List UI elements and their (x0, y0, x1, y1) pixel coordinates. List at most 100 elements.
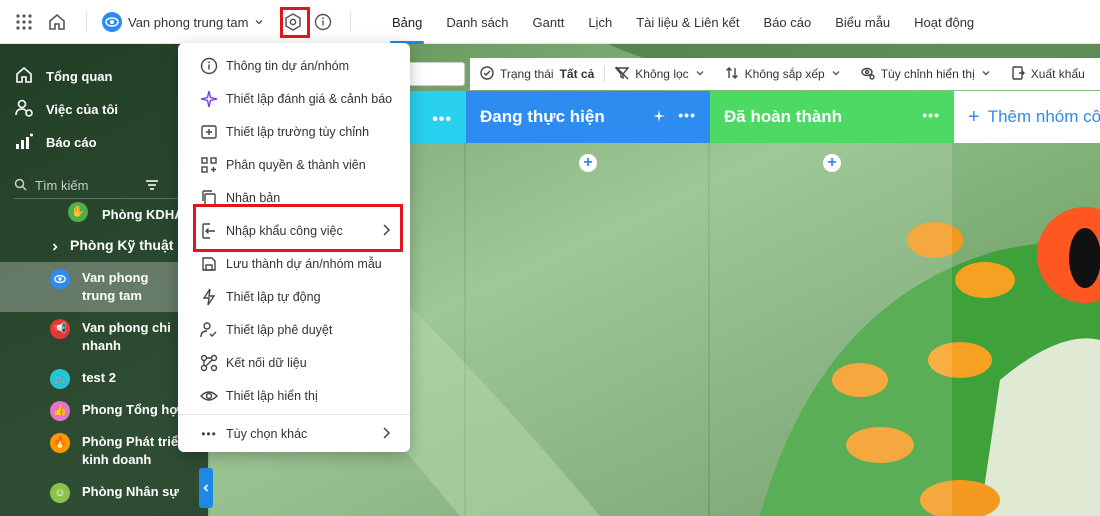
eye-icon (50, 269, 70, 289)
sidebar-item-kdha[interactable]: ✋ Phòng KDHA (0, 200, 208, 224)
sidebar: Tổng quan Việc của tôi Báo cáo Tìm kiếm … (0, 44, 208, 516)
add-task-button[interactable]: + (579, 154, 597, 172)
tab-bieu-mau[interactable]: Biểu mẫu (823, 0, 902, 44)
settings-gear-icon[interactable] (283, 12, 303, 32)
sidebar-item-label: test 2 (82, 370, 116, 385)
sidebar-search[interactable]: Tìm kiếm (14, 173, 194, 199)
sidebar-nav-label: Báo cáo (46, 135, 97, 150)
duplicate-icon (200, 189, 218, 207)
more-icon[interactable]: ••• (922, 107, 940, 123)
tab-tai-lieu[interactable]: Tài liệu & Liên kết (624, 0, 751, 44)
display-settings-icon (861, 66, 875, 83)
smile-icon: ☺ (50, 483, 70, 503)
menu-item-duplicate[interactable]: Nhân bản (178, 181, 410, 214)
tab-danh-sach[interactable]: Danh sách (434, 0, 520, 44)
sidebar-item-label: Phòng Nhân sự (82, 484, 179, 499)
status-filter-value: Tất cả (559, 67, 595, 81)
home-icon[interactable] (47, 12, 67, 32)
sidebar-item-label: Phong Tổng hợp (82, 402, 187, 417)
add-column-button[interactable]: + Thêm nhóm cô (954, 91, 1100, 143)
board-search-field[interactable] (405, 62, 465, 86)
chevron-down-icon (695, 67, 705, 81)
menu-item-display-settings[interactable]: Thiết lập hiển thị (178, 379, 410, 412)
info-icon[interactable] (313, 12, 333, 32)
menu-item-automation[interactable]: Thiết lập tự động (178, 280, 410, 313)
menu-item-project-info[interactable]: Thông tin dự án/nhóm (178, 49, 410, 82)
menu-item-label: Nhập khẩu công việc (226, 223, 343, 238)
column-header-da-hoan-thanh: Đã hoàn thành ••• (710, 91, 954, 143)
menu-item-custom-fields[interactable]: Thiết lập trường tùy chỉnh (178, 115, 410, 148)
sparkle-settings-icon[interactable] (652, 109, 666, 129)
display-dropdown[interactable]: Tùy chỉnh hiển thị (851, 66, 1001, 83)
sort-dropdown[interactable]: Không sắp xếp (715, 66, 851, 83)
more-icon[interactable]: ••• (678, 107, 696, 123)
column-body-dang-thuc-hien (466, 143, 708, 516)
tab-bao-cao[interactable]: Báo cáo (752, 0, 824, 44)
filter-dropdown[interactable]: Không lọc (605, 66, 714, 83)
sidebar-item-phat-trien-kinh-doanh[interactable]: 🔥 Phòng Phát triển kinh doanh (0, 428, 208, 478)
chevron-right-icon (50, 238, 60, 256)
column-title: Đã hoàn thành (724, 107, 843, 126)
flame-icon: 🔥 (50, 433, 70, 453)
menu-item-data-connect[interactable]: Kết nối dữ liệu (178, 346, 410, 379)
menu-item-approval[interactable]: Thiết lập phê duyệt (178, 313, 410, 346)
tab-bang[interactable]: Bảng (380, 0, 434, 44)
menu-item-label: Nhân bản (226, 190, 281, 205)
sidebar-group-label: Phòng Kỹ thuật (70, 237, 174, 253)
menu-item-import-tasks[interactable]: Nhập khẩu công việc (178, 214, 410, 247)
menu-item-label: Thiết lập trường tùy chỉnh (226, 124, 370, 139)
tab-gantt[interactable]: Gantt (521, 0, 577, 44)
menu-item-label: Lưu thành dự án/nhóm mẫu (226, 256, 382, 271)
eye-icon (200, 387, 218, 405)
more-icon[interactable]: ••• (432, 111, 452, 129)
menu-item-permissions[interactable]: Phân quyền & thành viên (178, 148, 410, 181)
info-icon (200, 57, 218, 75)
sidebar-item-label: Phòng Phát triển kinh doanh (82, 434, 186, 467)
export-button[interactable]: Xuất khẩu (1001, 65, 1095, 83)
bolt-icon (200, 288, 218, 306)
menu-item-label: Phân quyền & thành viên (226, 157, 366, 172)
check-circle-icon (480, 65, 494, 83)
sort-label: Không sắp xếp (744, 67, 825, 81)
menu-item-label: Thiết lập hiển thị (226, 388, 318, 403)
chevron-down-icon (831, 67, 841, 81)
approval-icon (200, 321, 218, 339)
tab-hoat-dong[interactable]: Hoạt động (902, 0, 986, 44)
menu-item-more-options[interactable]: ••• Tùy chọn khác (178, 417, 410, 450)
menu-item-save-template[interactable]: Lưu thành dự án/nhóm mẫu (178, 247, 410, 280)
menu-item-evaluation-alerts[interactable]: Thiết lập đánh giá & cảnh báo (178, 82, 410, 115)
project-selector[interactable]: Van phong trung tam (102, 12, 264, 32)
display-label: Tùy chỉnh hiển thị (880, 67, 975, 81)
export-label: Xuất khẩu (1030, 67, 1085, 81)
import-icon (200, 222, 218, 240)
view-tabs: Bảng Danh sách Gantt Lịch Tài liệu & Liê… (380, 0, 986, 44)
megaphone-icon: 📢 (50, 319, 70, 339)
menu-item-label: Tùy chọn khác (226, 426, 308, 441)
filter-icon[interactable] (144, 177, 160, 196)
settings-menu: Thông tin dự án/nhóm Thiết lập đánh giá … (178, 43, 410, 452)
sidebar-group-ky-thuat[interactable]: Phòng Kỹ thuật (0, 230, 208, 262)
add-task-button[interactable]: + (823, 154, 841, 172)
apps-grid-icon[interactable] (14, 12, 34, 32)
sidebar-item-van-phong-trung-tam[interactable]: Van phong trung tam (0, 262, 208, 312)
top-bar: Van phong trung tam Bảng Danh sách Gantt… (0, 0, 1100, 44)
menu-item-label: Thông tin dự án/nhóm (226, 58, 350, 73)
sidebar-item-test-2[interactable]: 🚲 test 2 (0, 362, 208, 394)
sidebar-item-van-phong-chi-nhanh[interactable]: 📢 Van phong chi nhanh (0, 312, 208, 362)
sidebar-collapse-button[interactable] (199, 468, 213, 508)
board-toolbar: Trạng thái Tất cả Không lọc Không sắp xế… (470, 58, 1100, 90)
export-icon (1011, 65, 1025, 83)
sidebar-item-nhan-su[interactable]: ☺ Phòng Nhân sự (0, 478, 208, 508)
menu-item-label: Kết nối dữ liệu (226, 355, 307, 370)
search-input[interactable]: Tìm kiếm (35, 178, 88, 193)
sidebar-item-phong-tong-hop[interactable]: 👍 Phong Tổng hợp (0, 394, 208, 428)
thumbs-up-icon: 👍 (50, 401, 70, 421)
chevron-right-icon (380, 426, 392, 443)
tab-lich[interactable]: Lịch (576, 0, 624, 44)
chart-icon (14, 131, 34, 154)
sidebar-item-label: Van phong trung tam (82, 270, 149, 303)
add-field-icon (200, 123, 218, 141)
chevron-left-icon (203, 484, 209, 492)
status-filter[interactable]: Trạng thái Tất cả (470, 65, 604, 83)
sidebar-item-label: Phòng KDHA (102, 207, 184, 222)
